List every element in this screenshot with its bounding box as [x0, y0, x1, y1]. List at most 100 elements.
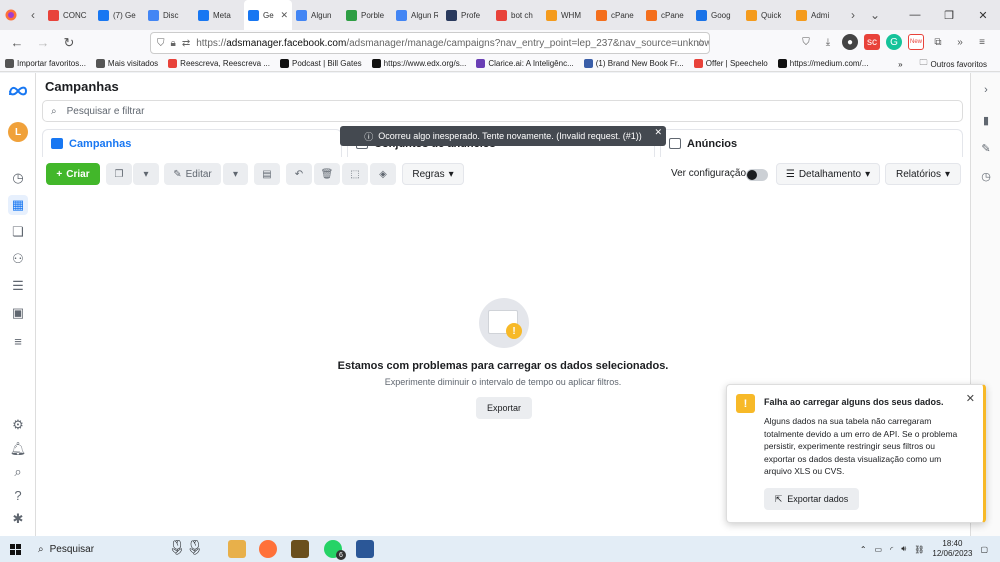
catalog-icon[interactable]: ☰	[8, 276, 28, 296]
campaigns-table-icon[interactable]: ▦	[8, 195, 28, 215]
taskbar-search[interactable]: ⌕ Pesquisar	[30, 544, 165, 555]
volume-icon[interactable]: 🔊︎	[901, 544, 906, 554]
avatar[interactable]: L	[8, 122, 28, 142]
start-button[interactable]	[0, 543, 30, 555]
notifications-bell-icon[interactable]: 🔔︎	[8, 439, 28, 459]
bookmark-item[interactable]: https://www.edx.org/s...	[367, 59, 472, 68]
bookmark-item[interactable]: (1) Brand New Book Fr...	[579, 59, 689, 68]
tab-scroll-right-icon[interactable]: ›	[842, 0, 864, 30]
bookmark-item[interactable]: Clarice.ai: A Inteligênc...	[471, 59, 578, 68]
extension-icon[interactable]: ●	[842, 34, 858, 50]
extensions-puzzle-icon[interactable]: ⧉	[930, 34, 946, 50]
file-explorer-icon[interactable]	[228, 540, 246, 558]
bookmarks-overflow-icon[interactable]: »	[898, 60, 902, 69]
overflow-icon[interactable]: »	[952, 34, 968, 50]
browser-tab[interactable]: cPane	[642, 0, 692, 30]
bookmark-item[interactable]: Reescreva, Reescreva ...	[163, 59, 275, 68]
word-icon[interactable]	[356, 540, 374, 558]
dashboard-icon[interactable]: ◷	[8, 168, 28, 188]
browser-tab[interactable]: WHM	[542, 0, 592, 30]
app-icon[interactable]	[291, 540, 309, 558]
bookmark-item[interactable]: Podcast | Bill Gates	[275, 59, 367, 68]
browser-tab[interactable]: cPane	[592, 0, 642, 30]
bookmark-item[interactable]: https://medium.com/...	[773, 59, 874, 68]
downloads-icon[interactable]: ⤓	[820, 34, 836, 50]
minimize-icon[interactable]: —	[898, 0, 932, 30]
export-button[interactable]: Exportar	[476, 397, 532, 419]
extension-new-icon[interactable]: New	[908, 34, 924, 50]
restore-icon[interactable]: ❐	[932, 0, 966, 30]
browser-tab[interactable]: Admi	[792, 0, 842, 30]
firefox-icon[interactable]	[259, 540, 277, 558]
battery-icon[interactable]: ▭	[875, 545, 883, 554]
reports-dropdown[interactable]: Relatórios ▾	[885, 163, 961, 185]
browser-tab[interactable]: bot ch	[492, 0, 542, 30]
network-icon[interactable]: ⛓	[914, 545, 924, 554]
permissions-icon[interactable]: ⇄	[182, 38, 190, 49]
export-data-button[interactable]: ⇱ Exportar dados	[764, 488, 859, 510]
undo-button[interactable]: ↶	[286, 163, 312, 185]
grammarly-icon[interactable]: G	[886, 34, 902, 50]
url-field[interactable]: ⛉ 🔒︎ ⇄ https://adsmanager.facebook.com/a…	[150, 32, 710, 54]
other-bookmarks[interactable]: 🗀 Outros favoritos	[915, 57, 992, 71]
duplicate-button[interactable]: ❐	[106, 163, 132, 185]
close-window-icon[interactable]: ✕	[966, 0, 1000, 30]
browser-tab[interactable]: Algun	[292, 0, 342, 30]
search-input[interactable]: ⌕ Pesquisar e filtrar	[42, 100, 963, 122]
notification-center-icon[interactable]: ▢	[980, 545, 988, 554]
history-clock-icon[interactable]: ◷	[979, 169, 993, 183]
bookmark-item[interactable]: Offer | Speechelo	[689, 59, 773, 68]
browser-tab[interactable]: Ge ✕	[244, 0, 292, 30]
firefox-menu-icon[interactable]	[0, 0, 22, 30]
shield-icon[interactable]: ⛉	[157, 38, 165, 49]
rules-dropdown[interactable]: Regras ▾	[402, 163, 464, 185]
browser-tab[interactable]: CONC	[44, 0, 94, 30]
bookmark-star-icon[interactable]: ☆	[696, 38, 705, 49]
tab-list-back-icon[interactable]: ‹	[22, 0, 44, 30]
bookmark-item[interactable]: Mais visitados	[91, 59, 163, 68]
lock-icon[interactable]: 🔒︎	[171, 38, 176, 49]
browser-tab[interactable]: Porble	[342, 0, 392, 30]
app-menu-icon[interactable]: ≡	[974, 34, 990, 50]
view-config-toggle[interactable]	[746, 169, 768, 181]
browser-tab[interactable]: Algun REPRC	[392, 0, 442, 30]
close-tab-icon[interactable]: ✕	[280, 10, 288, 21]
ab-test-button[interactable]: ▤	[254, 163, 280, 185]
preview-button[interactable]: ⬚	[342, 163, 368, 185]
help-icon[interactable]: ?	[8, 485, 28, 505]
meta-logo-icon[interactable]	[8, 85, 28, 97]
forward-icon[interactable]: →	[30, 35, 56, 51]
search-icon[interactable]: ⌕	[8, 462, 28, 482]
bookmark-item[interactable]: Importar favoritos...	[0, 59, 91, 68]
pages-icon[interactable]: ❏	[8, 222, 28, 242]
browser-tab[interactable]: Quick	[742, 0, 792, 30]
tab-ads[interactable]: Anúncios	[660, 129, 963, 157]
extension-icon[interactable]: sc	[864, 34, 880, 50]
bug-report-icon[interactable]: ✱	[8, 509, 28, 529]
breakdown-dropdown[interactable]: ☰ Detalhamento ▾	[776, 163, 880, 185]
back-icon[interactable]: ←	[4, 35, 30, 51]
all-tools-menu-icon[interactable]: ≡	[8, 331, 28, 351]
delete-button[interactable]: 🗑︎	[314, 163, 340, 185]
edit-button[interactable]: ✎ Editar	[164, 163, 221, 185]
browser-tab[interactable]: Goog	[692, 0, 742, 30]
settings-gear-icon[interactable]: ⚙	[8, 415, 28, 435]
edit-dropdown[interactable]: ▾	[223, 163, 248, 185]
duplicate-dropdown[interactable]: ▾	[133, 163, 159, 185]
tag-button[interactable]: ◈	[370, 163, 396, 185]
media-icon[interactable]: ▣	[8, 303, 28, 323]
tray-chevron-icon[interactable]: ⌃	[860, 545, 867, 554]
close-icon[interactable]: ✕	[966, 392, 975, 405]
bar-chart-icon[interactable]: ▮	[979, 113, 993, 127]
pencil-icon[interactable]: ✎	[979, 141, 993, 155]
browser-tab[interactable]: (7) Ge	[94, 0, 144, 30]
collapse-chevron-icon[interactable]: ›	[979, 83, 993, 97]
close-icon[interactable]: ✕	[654, 127, 662, 138]
clock[interactable]: 18:40 12/06/2023	[932, 539, 972, 559]
audiences-icon[interactable]: ⚇	[8, 249, 28, 269]
browser-tab[interactable]: Meta	[194, 0, 244, 30]
browser-tab[interactable]: Profe	[442, 0, 492, 30]
reload-icon[interactable]: ↻	[56, 35, 82, 51]
pocket-icon[interactable]: ⛉	[798, 34, 814, 50]
wifi-icon[interactable]: ◜	[890, 545, 893, 554]
